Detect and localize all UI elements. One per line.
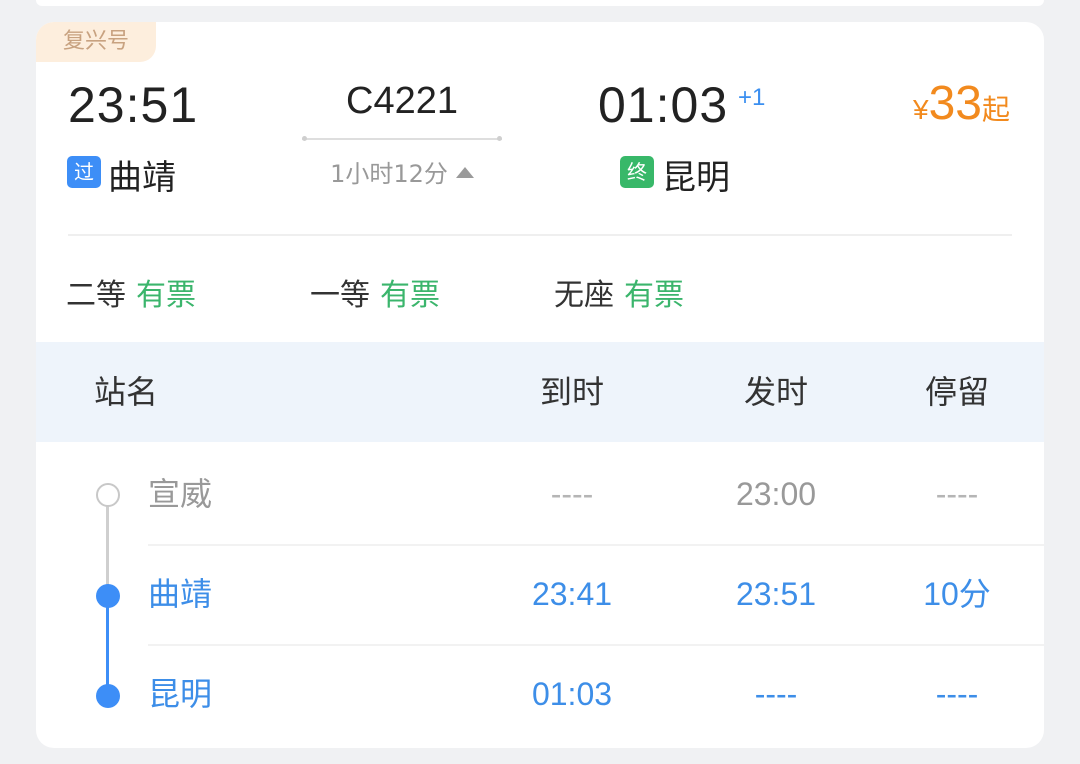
duration-text: 1小时12分: [330, 160, 448, 188]
triangle-up-icon: [455, 166, 474, 178]
route-track-active: [106, 596, 109, 696]
row-stop: ----: [935, 476, 979, 512]
previous-card-edge: [36, 0, 1044, 6]
seat-class-label: 无座: [554, 278, 614, 313]
currency-symbol: ¥: [913, 94, 929, 125]
row-arrive: 01:03: [531, 676, 613, 712]
row-stop: ----: [935, 676, 979, 712]
header-depart: 发时: [743, 373, 808, 411]
route-track-passed: [106, 496, 109, 596]
row-arrive: 23:41: [531, 576, 613, 612]
filled-circle-icon: [96, 584, 120, 608]
row-depart: ----: [754, 676, 798, 712]
header-station: 站名: [94, 373, 159, 411]
row-station: 曲靖: [148, 575, 213, 613]
timetable-row: 宣威 ---- 23:00 ----: [36, 444, 1044, 544]
header-arrive: 到时: [539, 373, 604, 411]
divider: [68, 234, 1012, 236]
pass-station-badge: 过: [67, 156, 101, 188]
price-suffix: 起: [981, 93, 1010, 126]
row-station: 昆明: [148, 675, 213, 713]
seat-class-second: 二等 有票: [66, 270, 196, 314]
seat-class-standing: 无座 有票: [554, 270, 684, 314]
next-day-indicator: +1: [738, 84, 766, 111]
price: ¥33起: [913, 76, 1010, 131]
terminal-station-badge: 终: [620, 156, 654, 188]
timetable-row: 昆明 01:03 ---- ----: [36, 644, 1044, 744]
row-stop: 10分: [923, 576, 991, 612]
hollow-circle-icon: [96, 483, 120, 507]
row-arrive: ----: [550, 476, 594, 512]
departure-station: 曲靖: [108, 158, 176, 198]
timetable-row: 曲靖 23:41 23:51 10分: [36, 544, 1044, 644]
train-type-tag: 复兴号: [36, 22, 156, 62]
seat-availability: 有票: [380, 278, 440, 313]
train-number: C4221: [346, 80, 458, 122]
seat-class-label: 二等: [66, 278, 126, 313]
row-station: 宣威: [148, 475, 213, 513]
seat-availability: 有票: [136, 278, 196, 313]
departure-time: 23:51: [68, 77, 199, 133]
arrival-station: 昆明: [662, 158, 730, 198]
header-stop: 停留: [924, 373, 989, 411]
filled-circle-icon: [96, 684, 120, 708]
seat-availability: 有票: [624, 278, 684, 313]
row-depart: 23:00: [735, 476, 817, 512]
seat-class-first: 一等 有票: [310, 270, 440, 314]
duration-toggle[interactable]: 1小时12分: [302, 154, 502, 189]
arrival-time: 01:03: [598, 77, 729, 133]
route-line: [302, 136, 502, 141]
timetable-header: 站名 到时 发时 停留: [36, 342, 1044, 442]
seat-class-label: 一等: [310, 278, 370, 313]
row-depart: 23:51: [735, 576, 817, 612]
train-card[interactable]: 复兴号 23:51 C4221 1小时12分 01:03 +1 过 曲靖 终 昆…: [36, 22, 1044, 748]
price-value: 33: [928, 77, 982, 130]
